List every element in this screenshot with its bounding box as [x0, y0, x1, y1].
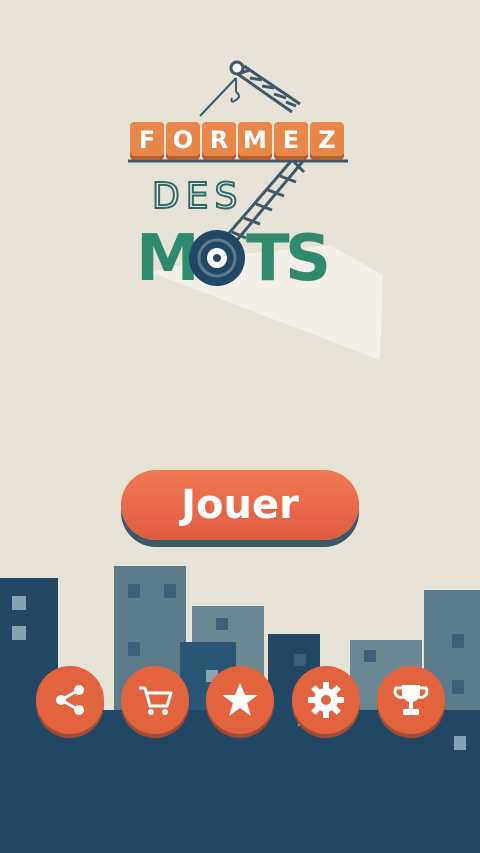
- logo-tile-f: F: [130, 122, 164, 160]
- game-logo: FORMEZ DES M T S: [128, 60, 383, 360]
- gear-icon: [308, 682, 344, 718]
- logo-tile-r: R: [202, 122, 236, 160]
- logo-tile-letter: R: [210, 126, 228, 154]
- shop-button[interactable]: [121, 666, 189, 734]
- logo-letter-o-wheel: [189, 230, 245, 286]
- logo-tile-m: M: [238, 122, 272, 160]
- play-button-label: Jouer: [181, 482, 299, 528]
- star-icon: [222, 683, 258, 716]
- rate-button[interactable]: [206, 666, 274, 734]
- trophy-icon: [393, 685, 429, 715]
- logo-tile-letter: F: [139, 126, 155, 154]
- logo-tile-letter: M: [243, 126, 267, 154]
- logo-tile-letter: E: [283, 126, 299, 154]
- share-icon: [56, 685, 84, 715]
- logo-line-des: DES: [152, 176, 243, 217]
- settings-button[interactable]: [292, 666, 360, 734]
- logo-tile-letter: Z: [318, 126, 335, 154]
- logo-tile-o: O: [166, 122, 200, 160]
- logo-letter-t: T: [246, 222, 290, 296]
- leaderboard-button[interactable]: [377, 666, 445, 734]
- logo-line-formez: FORMEZ: [128, 122, 348, 163]
- share-button[interactable]: [36, 666, 104, 734]
- cart-icon: [139, 686, 173, 715]
- logo-tile-letter: O: [173, 126, 193, 154]
- play-button[interactable]: Jouer: [121, 470, 359, 540]
- logo-tile-z: Z: [310, 122, 344, 160]
- logo-tile-e: E: [274, 122, 308, 160]
- logo-letter-s: S: [285, 222, 331, 296]
